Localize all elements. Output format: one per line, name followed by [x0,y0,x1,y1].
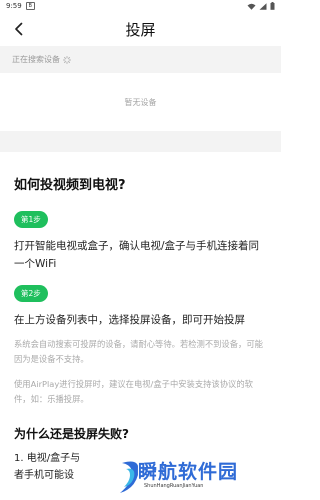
fail-title: 为什么还是投屏失败? [14,427,129,441]
watermark-logo: 瞬航软件园 ShunHangRuanJianYuan [116,455,266,497]
section-divider [0,131,281,152]
chevron-left-icon [15,22,23,36]
wifi-icon [247,3,256,10]
status-bar: 9:59 B [0,0,281,12]
step-2-badge: 第2步 [14,285,48,302]
battery-icon [270,2,275,10]
page-title: 投屏 [125,20,156,39]
nav-bar: 投屏 [0,12,281,46]
status-time: 9:59 [6,2,22,10]
help-title: 如何投视频到电视? [14,178,126,193]
device-list: 暂无设备 [0,73,281,131]
step-1-text: 打开智能电视或盒子，确认电视/盒子与手机连接着同一个WiFi [14,240,260,270]
note-auto-search: 系统会自动搜索可投屏的设备，请耐心等待。若检测不到设备，可能因为是设备不支持。 [14,339,263,364]
loading-spinner-icon [63,55,71,64]
help-section: 如何投视频到电视? 第1步 打开智能电视或盒子，确认电视/盒子与手机连接着同一个… [0,174,281,484]
status-left: 9:59 B [6,2,35,10]
searching-status: 正在搜索设备 [0,46,281,73]
watermark-name: 瞬航软件园 [138,461,239,483]
notification-icon: B [25,2,35,10]
searching-label: 正在搜索设备 [12,55,60,64]
status-right [247,2,275,10]
signal-icon [259,2,267,10]
step-1-badge: 第1步 [14,211,48,228]
empty-devices-label: 暂无设备 [124,97,157,107]
back-button[interactable] [10,20,28,38]
watermark-url: ShunHangRuanJianYuan [144,483,204,489]
step-2-text: 在上方设备列表中，选择投屏设备，即可开始投屏 [14,314,245,326]
note-airplay: 使用AirPlay进行投屏时，建议在电视/盒子中安装支持该协议的软件，如：乐播投… [14,379,253,404]
